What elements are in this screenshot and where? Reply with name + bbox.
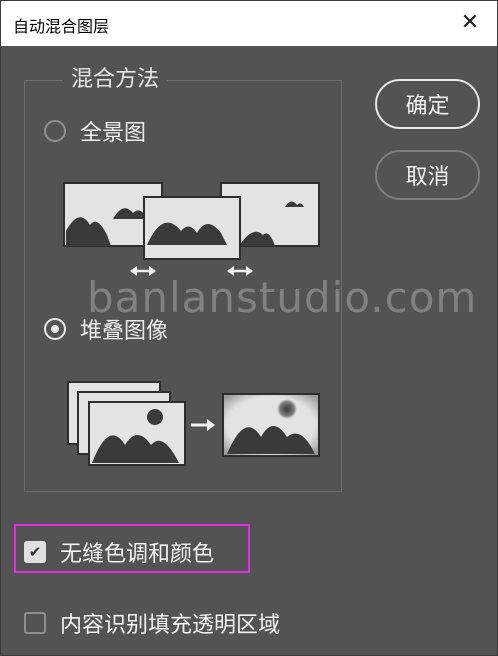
close-icon[interactable]: ✕ (453, 7, 487, 39)
ok-button[interactable]: 确定 (375, 79, 480, 129)
blended-result-frame (222, 393, 320, 457)
checkmark-icon: ✔ (28, 542, 42, 561)
cancel-button[interactable]: 取消 (375, 150, 480, 200)
radio-stack-label: 堆叠图像 (80, 319, 169, 344)
auto-blend-dialog: 自动混合图层 ✕ 混合方法 全景图 banlanstudio.com 堆叠图像 … (0, 0, 498, 656)
result-arrow-icon (191, 419, 215, 431)
checkbox-seamless-label: 无缝色调和颜色 (60, 542, 215, 567)
radio-stack-indicator[interactable] (44, 318, 66, 340)
overlap-arrow-left-icon (130, 266, 156, 276)
checkbox-seamless-box[interactable]: ✔ (24, 541, 46, 563)
checkbox-content-aware-label: 内容识别填充透明区域 (60, 613, 281, 638)
stacked-frames (67, 381, 186, 466)
blend-method-legend: 混合方法 (63, 65, 168, 95)
checkbox-content-aware-box[interactable] (24, 612, 46, 634)
overlap-arrow-right-icon (227, 266, 253, 276)
stack-illustration (67, 381, 320, 466)
panorama-frame-center (143, 196, 241, 260)
radio-selected-dot (51, 325, 59, 333)
radio-panorama-indicator[interactable] (44, 120, 66, 142)
title-bar: 自动混合图层 ✕ (1, 1, 497, 46)
checkbox-seamless-tones[interactable]: ✔ 无缝色调和颜色 (24, 536, 214, 568)
radio-panorama[interactable]: 全景图 (44, 115, 146, 147)
checkbox-content-aware-fill[interactable]: 内容识别填充透明区域 (24, 607, 280, 639)
radio-panorama-label: 全景图 (80, 121, 147, 146)
radio-stack-images[interactable]: 堆叠图像 (44, 313, 168, 345)
dialog-title: 自动混合图层 (13, 17, 110, 36)
panorama-illustration (63, 182, 320, 276)
